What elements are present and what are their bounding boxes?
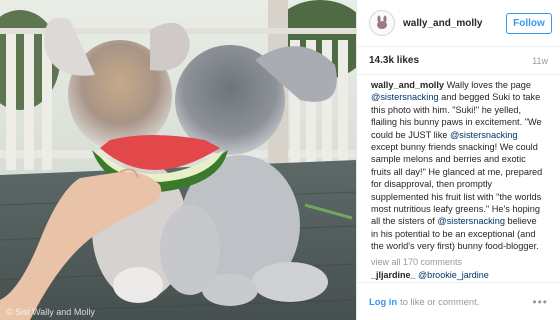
avatar[interactable] bbox=[369, 10, 395, 36]
login-link[interactable]: Log in bbox=[369, 296, 397, 307]
follow-button[interactable]: Follow bbox=[506, 12, 552, 34]
likes-count[interactable]: 14.3k likes bbox=[369, 55, 419, 66]
caption-mention[interactable]: @sistersnacking bbox=[437, 216, 505, 226]
likes-row: 14.3k likes 11w bbox=[357, 47, 560, 75]
caption-mention[interactable]: @sistersnacking bbox=[450, 130, 518, 140]
login-prompt-text: to like or comment. bbox=[400, 296, 480, 307]
post-photo: © Sisi Wally and Molly bbox=[0, 0, 356, 320]
caption-text: Wally loves the page bbox=[444, 80, 532, 90]
comment-mention[interactable]: @brookie_jardine bbox=[418, 270, 489, 280]
post-time[interactable]: 11w bbox=[532, 56, 548, 66]
more-options-icon[interactable]: ••• bbox=[532, 295, 548, 309]
comment-item: _jljardine_ @brookie_jardine bbox=[357, 267, 560, 280]
caption-mention[interactable]: @sistersnacking bbox=[371, 92, 439, 102]
photo-watermark: © Sisi Wally and Molly bbox=[6, 307, 95, 317]
comment-username[interactable]: _jljardine_ bbox=[371, 270, 416, 280]
post-caption: wally_and_molly Wally loves the page @si… bbox=[357, 75, 560, 253]
post-footer: Log in to like or comment. ••• bbox=[357, 282, 560, 320]
post-header: wally_and_molly Follow bbox=[357, 0, 560, 47]
view-all-comments-link[interactable]: view all 170 comments bbox=[357, 253, 560, 267]
username[interactable]: wally_and_molly bbox=[403, 18, 506, 29]
post-sidebar: wally_and_molly Follow 14.3k likes 11w w… bbox=[356, 0, 560, 320]
caption-text: except bunny friends snacking! We could … bbox=[371, 142, 543, 227]
bunny-avatar-icon bbox=[377, 15, 387, 29]
caption-username[interactable]: wally_and_molly bbox=[371, 80, 444, 90]
